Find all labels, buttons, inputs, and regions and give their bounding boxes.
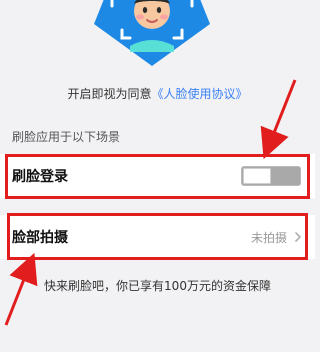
consent-text: 开启即视为同意《人脸使用协议》	[0, 86, 315, 102]
face-photo-title: 脸部拍摄	[12, 230, 68, 246]
face-login-toggle[interactable]	[241, 166, 301, 186]
face-photo-status: 未拍摄	[250, 230, 287, 245]
face-scan-badge	[86, 0, 218, 68]
face-login-title: 刷脸登录	[12, 169, 68, 185]
promo-text: 快来刷脸吧，你已享有100万元的资金保障	[44, 279, 271, 293]
section-label: 刷脸应用于以下场景	[12, 130, 121, 144]
face-login-row[interactable]: 刷脸登录	[0, 154, 315, 198]
face-photo-status-wrap: 未拍摄	[251, 229, 303, 246]
face-photo-row[interactable]: 脸部拍摄 未拍摄	[0, 215, 315, 259]
face-usage-agreement-link[interactable]: 《人脸使用协议》	[152, 87, 248, 101]
consent-prefix: 开启即视为同意	[67, 87, 152, 101]
chevron-right-icon	[295, 232, 301, 242]
toggle-knob	[243, 168, 271, 184]
face-scan-badge-icon	[94, 0, 210, 66]
